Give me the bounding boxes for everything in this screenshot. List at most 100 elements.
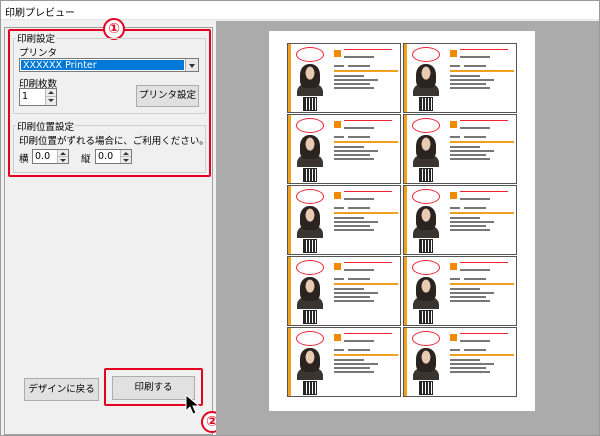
card-divider [334, 212, 398, 214]
business-card-thumbnail [403, 256, 517, 326]
card-accent-stripe [404, 257, 407, 325]
position-settings-group-label: 印刷位置設定 [16, 119, 76, 133]
horizontal-stepper-buttons[interactable] [57, 150, 68, 163]
stepper-up-icon[interactable] [46, 89, 56, 97]
copies-stepper-buttons[interactable] [45, 89, 56, 105]
card-text-line [334, 300, 374, 302]
qr-code-icon [303, 239, 317, 253]
speech-bubble-icon [296, 260, 324, 275]
card-text-line [334, 296, 370, 298]
company-logo-icon [334, 50, 341, 57]
card-accent-stripe [404, 186, 407, 254]
speech-bubble-icon [412, 189, 440, 204]
preview-page [269, 31, 535, 411]
card-text-line [450, 150, 494, 152]
card-text-line [344, 127, 374, 129]
card-text-line [344, 191, 392, 192]
card-text-line [334, 207, 344, 209]
vertical-offset-stepper[interactable]: 0.0 [95, 149, 132, 164]
card-text-line [334, 363, 378, 365]
card-text-line [450, 363, 494, 365]
card-text-line [344, 340, 374, 342]
card-text-line [348, 278, 370, 280]
printer-settings-button[interactable]: プリンタ設定 [136, 85, 199, 107]
company-logo-icon [450, 121, 457, 128]
qr-code-icon [419, 381, 433, 395]
card-text-line [344, 333, 392, 334]
card-divider [334, 70, 398, 72]
card-text-line [348, 65, 370, 67]
copies-value: 1 [22, 91, 29, 102]
card-text-line [464, 278, 486, 280]
card-divider [450, 212, 514, 214]
print-settings-group-label: 印刷設定 [16, 31, 57, 45]
card-accent-stripe [288, 328, 291, 396]
card-text-line [450, 146, 480, 148]
card-divider [334, 141, 398, 143]
position-note: 印刷位置がずれる場合に、ご利用ください。 [19, 136, 209, 147]
company-logo-icon [450, 192, 457, 199]
print-button[interactable]: 印刷する [112, 376, 195, 400]
card-text-line [334, 288, 364, 290]
card-text-line [450, 292, 494, 294]
printer-label: プリンタ [19, 48, 58, 59]
card-text-line [334, 146, 364, 148]
card-text-line [450, 217, 480, 219]
card-text-line [334, 292, 378, 294]
business-card-thumbnail [287, 114, 401, 184]
card-text-line [464, 207, 486, 209]
card-text-line [334, 65, 344, 67]
chevron-down-icon[interactable] [185, 59, 198, 71]
card-text-line [450, 359, 480, 361]
stepper-down-icon[interactable] [121, 157, 131, 164]
card-text-line [334, 83, 370, 85]
portrait-photo [416, 135, 436, 159]
card-text-line [334, 367, 370, 369]
vertical-stepper-buttons[interactable] [120, 150, 131, 163]
qr-code-icon [419, 239, 433, 253]
callout-badge-1: ① [103, 18, 125, 40]
business-card-thumbnail [403, 327, 517, 397]
card-text-line [344, 262, 392, 263]
company-logo-icon [334, 263, 341, 270]
card-text-line [344, 49, 392, 50]
copies-stepper[interactable]: 1 [19, 88, 57, 106]
window-title: 印刷プレビュー [5, 8, 75, 19]
business-card-thumbnail [287, 256, 401, 326]
card-accent-stripe [404, 44, 407, 112]
portrait-photo [300, 135, 320, 159]
portrait-photo [416, 277, 436, 301]
portrait-photo [416, 206, 436, 230]
card-text-line [450, 207, 460, 209]
stepper-down-icon[interactable] [46, 97, 56, 105]
vertical-offset-value: 0.0 [98, 151, 114, 162]
card-text-line [450, 349, 460, 351]
print-preview-window: 印刷プレビュー ① 印刷設定 プリンタ XXXXXX Printer 印刷枚数 … [0, 0, 600, 436]
portrait-photo [300, 206, 320, 230]
company-logo-icon [450, 263, 457, 270]
card-text-line [460, 120, 508, 121]
back-to-design-button[interactable]: デザインに戻る [24, 378, 99, 401]
company-logo-icon [450, 50, 457, 57]
card-text-line [450, 300, 490, 302]
speech-bubble-icon [412, 331, 440, 346]
card-accent-stripe [288, 44, 291, 112]
business-card-thumbnail [287, 327, 401, 397]
card-text-line [450, 371, 490, 373]
card-text-line [460, 333, 508, 334]
portrait-photo [416, 348, 436, 372]
qr-code-icon [419, 310, 433, 324]
card-text-line [348, 136, 370, 138]
card-text-line [334, 359, 364, 361]
stepper-down-icon[interactable] [58, 157, 68, 164]
speech-bubble-icon [296, 47, 324, 62]
horizontal-offset-stepper[interactable]: 0.0 [32, 149, 69, 164]
qr-code-icon [303, 310, 317, 324]
card-text-line [450, 158, 490, 160]
card-text-line [344, 120, 392, 121]
qr-code-icon [303, 97, 317, 111]
speech-bubble-icon [296, 118, 324, 133]
card-text-line [334, 87, 374, 89]
printer-select[interactable]: XXXXXX Printer [19, 58, 199, 72]
card-text-line [464, 65, 486, 67]
